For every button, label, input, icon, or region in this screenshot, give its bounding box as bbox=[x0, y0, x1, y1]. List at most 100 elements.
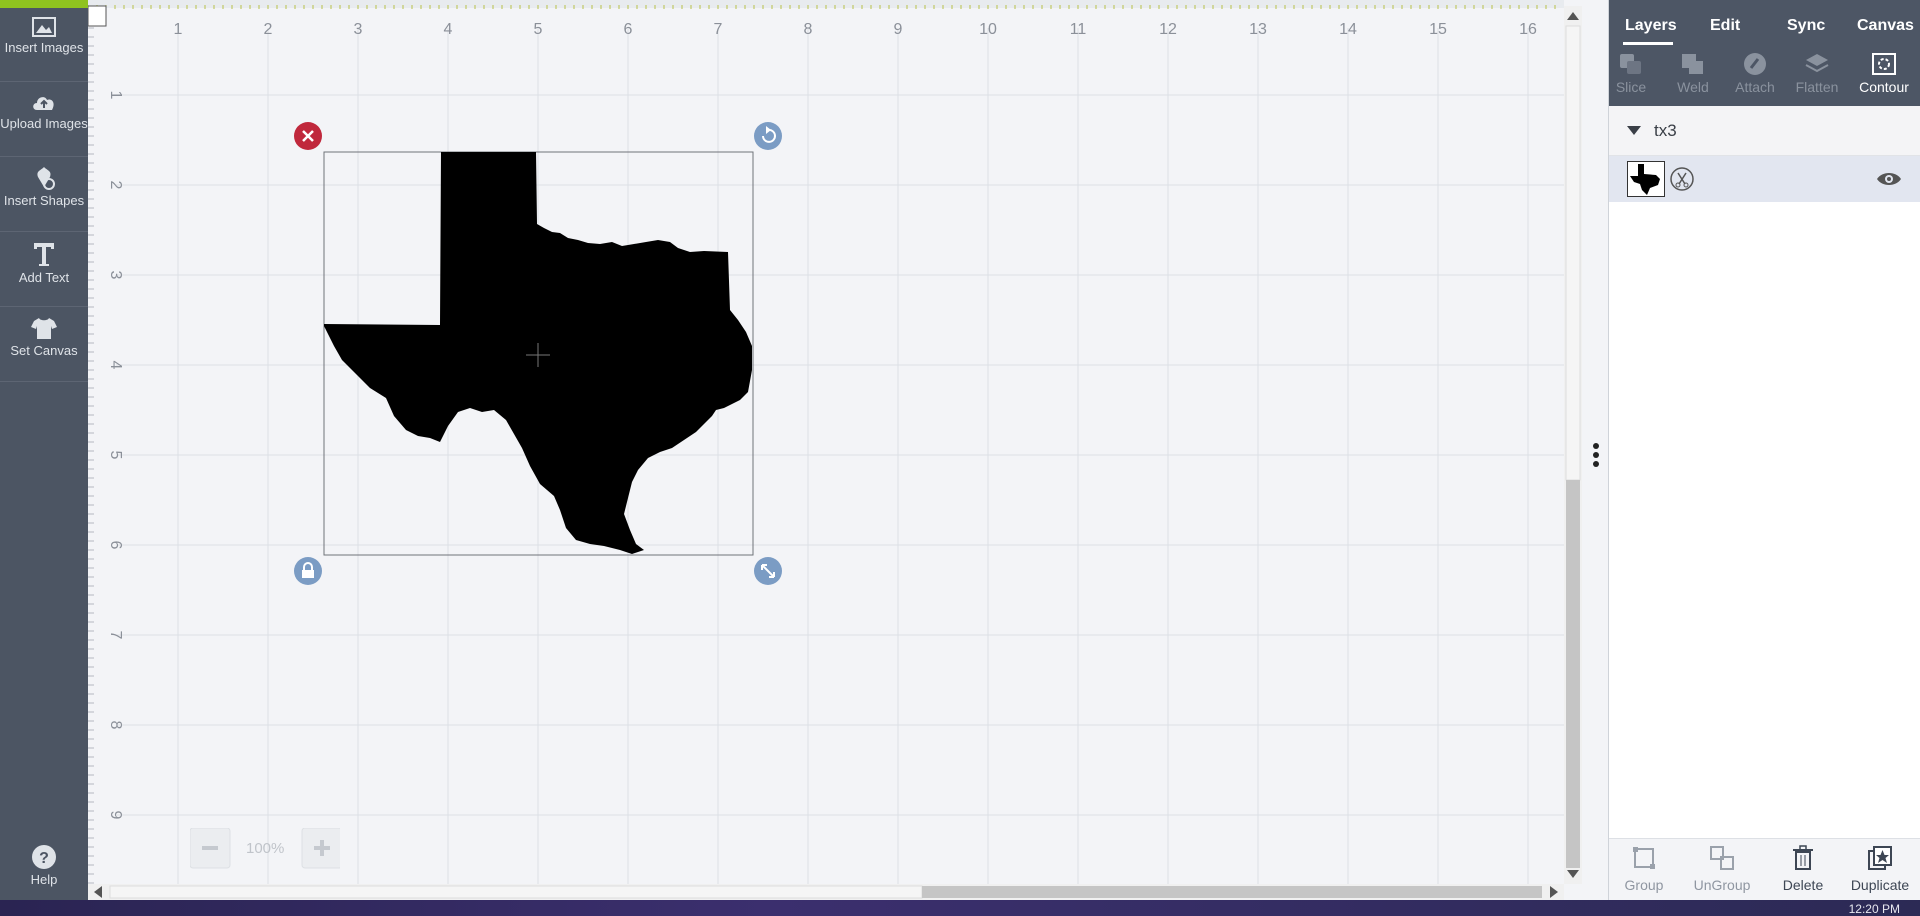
minus-icon bbox=[202, 846, 218, 850]
active-tab-indicator bbox=[1623, 42, 1673, 45]
weld-label: Weld bbox=[1677, 79, 1709, 95]
add-text-button[interactable]: Add Text bbox=[0, 232, 88, 307]
zoom-control: 100% bbox=[189, 827, 343, 872]
resize-handle[interactable] bbox=[754, 557, 782, 585]
tshirt-icon bbox=[31, 318, 57, 339]
layer-group-row[interactable]: tx3 bbox=[1609, 106, 1920, 156]
horizontal-scroll-track bbox=[922, 886, 1542, 898]
delete-handle[interactable] bbox=[294, 122, 322, 150]
top-ruler-label: 8 bbox=[804, 21, 813, 38]
vertical-scrollbar[interactable] bbox=[1564, 6, 1582, 884]
upload-images-button[interactable]: Upload Images bbox=[0, 82, 88, 157]
bottom-toolbar: Group UnGroup Delete Duplicate bbox=[1609, 838, 1920, 900]
attach-button[interactable]: Attach bbox=[1725, 52, 1785, 95]
panel-toggle[interactable] bbox=[1590, 440, 1602, 470]
collapse-caret-icon[interactable] bbox=[1627, 126, 1641, 136]
tab-layers[interactable]: Layers bbox=[1625, 17, 1677, 35]
text-icon bbox=[34, 243, 54, 266]
flatten-icon bbox=[1805, 54, 1829, 73]
delete-button[interactable]: Delete bbox=[1764, 845, 1842, 893]
top-ruler-label: 12 bbox=[1159, 21, 1177, 38]
slice-label: Slice bbox=[1615, 79, 1647, 95]
top-ruler-label: 14 bbox=[1339, 21, 1357, 38]
top-ruler-label: 7 bbox=[714, 21, 723, 38]
design-canvas[interactable]: 1 2 3 4 5 6 7 8 9 10 11 12 13 14 15 16 123456789 bbox=[88, 0, 1564, 900]
group-button[interactable]: Group bbox=[1605, 845, 1683, 893]
add-text-label: Add Text bbox=[18, 270, 70, 285]
left-ruler-label: 3 bbox=[107, 271, 124, 280]
top-ruler-label: 3 bbox=[354, 21, 363, 38]
group-label: Group bbox=[1624, 877, 1664, 893]
visibility-eye-icon[interactable] bbox=[1876, 171, 1902, 187]
layer-thumbnail bbox=[1627, 161, 1665, 197]
left-ruler-label: 7 bbox=[107, 631, 124, 640]
top-ruler-label: 15 bbox=[1429, 21, 1447, 38]
plus-icon bbox=[320, 840, 324, 856]
top-ruler-label: 9 bbox=[894, 21, 903, 38]
svg-text:?: ? bbox=[39, 850, 49, 867]
scroll-left-arrow bbox=[94, 886, 102, 898]
tab-edit[interactable]: Edit bbox=[1710, 17, 1740, 35]
attach-label: Attach bbox=[1735, 79, 1775, 95]
set-canvas-label: Set Canvas bbox=[10, 343, 78, 358]
top-ruler-label: 1 bbox=[174, 21, 183, 38]
flatten-button[interactable]: Flatten bbox=[1787, 52, 1847, 95]
set-canvas-button[interactable]: Set Canvas bbox=[0, 307, 88, 382]
left-ruler-label: 5 bbox=[107, 451, 124, 460]
ungroup-icon bbox=[1710, 846, 1734, 870]
delete-label: Delete bbox=[1782, 877, 1824, 893]
contour-button[interactable]: Contour bbox=[1854, 52, 1914, 95]
os-taskbar: 12:20 PM bbox=[0, 900, 1920, 916]
help-button[interactable]: ? Help bbox=[0, 838, 88, 898]
group-icon bbox=[1633, 847, 1655, 869]
tab-canvas[interactable]: Canvas bbox=[1857, 17, 1914, 35]
insert-images-button[interactable]: Insert Images bbox=[0, 10, 88, 82]
top-ruler-label: 11 bbox=[1070, 21, 1087, 38]
help-icon: ? bbox=[32, 845, 56, 869]
horizontal-scrollbar[interactable] bbox=[88, 884, 1564, 900]
slice-button[interactable]: Slice bbox=[1601, 52, 1661, 95]
contour-icon bbox=[1872, 53, 1896, 75]
left-toolbar: Insert Images Upload Images Insert Shape… bbox=[0, 0, 88, 900]
trash-icon bbox=[1793, 845, 1813, 870]
cloud-upload-icon bbox=[33, 97, 54, 110]
tab-sync[interactable]: Sync bbox=[1787, 17, 1825, 35]
rotate-handle[interactable] bbox=[754, 122, 782, 150]
top-ruler-label: 2 bbox=[264, 21, 273, 38]
ungroup-label: UnGroup bbox=[1693, 877, 1751, 893]
left-ruler: 1 2 3 4 5 6 7 8 9 bbox=[88, 5, 124, 884]
insert-shapes-button[interactable]: Insert Shapes bbox=[0, 157, 88, 232]
vertical-scroll-track bbox=[1566, 480, 1580, 868]
help-label: Help bbox=[30, 872, 58, 887]
panel-header: Layers Edit Sync Canvas Slice Weld Attac… bbox=[1609, 0, 1920, 106]
horizontal-scroll-thumb bbox=[109, 885, 923, 899]
ungroup-button[interactable]: UnGroup bbox=[1683, 845, 1761, 893]
weld-button[interactable]: Weld bbox=[1663, 52, 1723, 95]
lock-handle[interactable] bbox=[294, 557, 322, 585]
duplicate-icon bbox=[1868, 846, 1892, 870]
duplicate-label: Duplicate bbox=[1850, 877, 1910, 893]
insert-images-label: Insert Images bbox=[4, 40, 84, 55]
taskbar-clock: 12:20 PM bbox=[1848, 902, 1900, 916]
more-dots-icon bbox=[1593, 443, 1599, 467]
image-icon bbox=[32, 17, 56, 37]
layer-row[interactable] bbox=[1609, 156, 1920, 202]
attach-icon bbox=[1744, 53, 1766, 75]
left-ruler-label: 9 bbox=[107, 811, 124, 820]
left-ruler-label: 2 bbox=[107, 181, 124, 190]
top-ruler: 1 2 3 4 5 6 7 8 9 10 11 12 13 14 15 16 bbox=[88, 5, 1556, 38]
scroll-right-arrow bbox=[1550, 886, 1558, 898]
accent-strip bbox=[0, 0, 88, 8]
top-ruler-label: 6 bbox=[624, 21, 633, 38]
duplicate-button[interactable]: Duplicate bbox=[1841, 845, 1919, 893]
scroll-up-arrow bbox=[1567, 12, 1579, 20]
left-ruler-label: 6 bbox=[107, 541, 124, 550]
shapes-icon bbox=[37, 167, 55, 190]
top-ruler-label: 10 bbox=[979, 21, 997, 38]
weld-icon bbox=[1682, 54, 1703, 74]
flatten-label: Flatten bbox=[1795, 79, 1839, 95]
insert-shapes-label: Insert Shapes bbox=[3, 193, 85, 208]
top-ruler-label: 13 bbox=[1249, 21, 1267, 38]
cut-scissors-icon[interactable] bbox=[1670, 167, 1694, 191]
group-name: tx3 bbox=[1654, 121, 1677, 140]
